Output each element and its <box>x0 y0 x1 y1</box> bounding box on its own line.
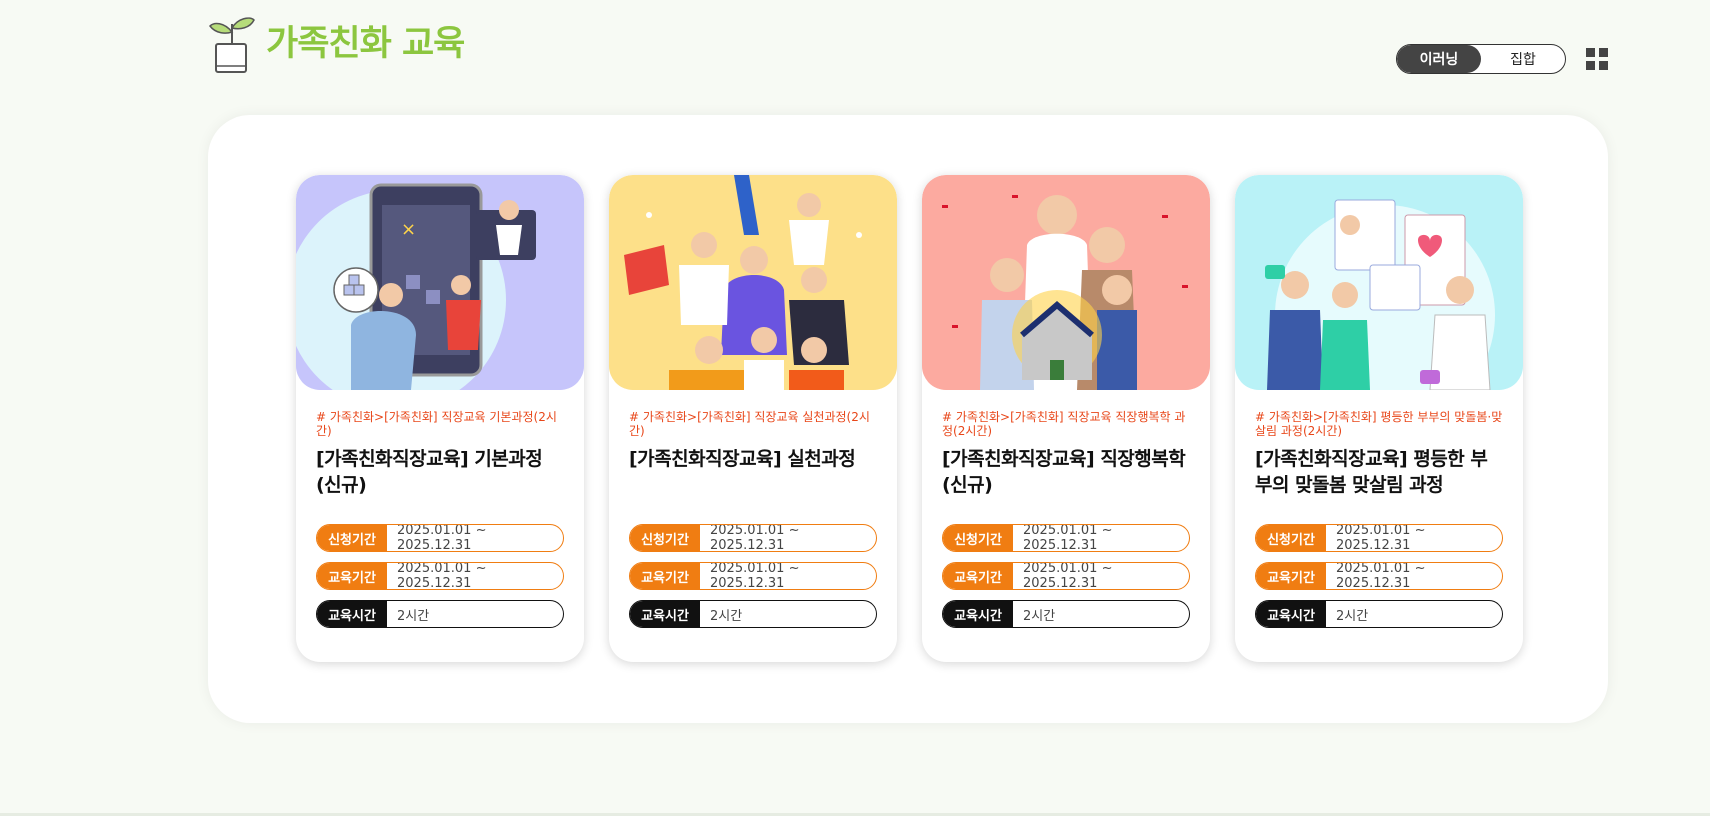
edu-hours-row: 교육시간 2시간 <box>629 600 877 628</box>
edu-hours-row: 교육시간 2시간 <box>1255 600 1503 628</box>
edu-hours-label: 교육시간 <box>943 601 1013 627</box>
course-list: × # 가족친화>[가족친화] 직장교육 기본과정(2시간) [가족친화직장교육… <box>296 175 1523 662</box>
edu-period-value: 2025.01.01 ~ 2025.12.31 <box>1023 562 1113 590</box>
edu-period-row: 교육기간 2025.01.01 ~ 2025.12.31 <box>942 562 1190 590</box>
apply-period-value: 2025.01.01 ~ 2025.12.31 <box>1336 524 1426 552</box>
edu-period-label: 교육기간 <box>1256 563 1326 589</box>
course-category-tag: # 가족친화>[가족친화] 평등한 부부의 맞돌봄·맞살림 과정(2시간) <box>1255 410 1503 438</box>
edu-period-label: 교육기간 <box>943 563 1013 589</box>
edu-hours-value: 2시간 <box>397 608 430 624</box>
edu-hours-label: 교육시간 <box>1256 601 1326 627</box>
course-thumbnail <box>609 175 897 390</box>
course-category-tag: # 가족친화>[가족친화] 직장교육 실천과정(2시간) <box>629 410 870 438</box>
course-title[interactable]: [가족친화직장교육] 직장행복학 (신규) <box>942 446 1190 506</box>
course-card[interactable]: # 가족친화>[가족친화] 직장교육 실천과정(2시간) [가족친화직장교육] … <box>609 175 897 662</box>
course-title[interactable]: [가족친화직장교육] 기본과정 (신규) <box>316 446 564 506</box>
apply-period-value: 2025.01.01 ~ 2025.12.31 <box>710 524 800 552</box>
edu-period-row: 교육기간 2025.01.01 ~ 2025.12.31 <box>629 562 877 590</box>
edu-hours-row: 교육시간 2시간 <box>316 600 564 628</box>
apply-period-value: 2025.01.01 ~ 2025.12.31 <box>397 524 487 552</box>
edu-period-label: 교육기간 <box>317 563 387 589</box>
edu-hours-value: 2시간 <box>710 608 743 624</box>
course-category-tag: # 가족친화>[가족친화] 직장교육 기본과정(2시간) <box>316 410 557 438</box>
edu-hours-label: 교육시간 <box>317 601 387 627</box>
apply-period-label: 신청기간 <box>943 525 1013 551</box>
edu-period-value: 2025.01.01 ~ 2025.12.31 <box>397 562 487 590</box>
edu-hours-row: 교육시간 2시간 <box>942 600 1190 628</box>
apply-period-row: 신청기간 2025.01.01 ~ 2025.12.31 <box>316 524 564 552</box>
mode-toggle[interactable]: 이러닝 집합 <box>1396 44 1566 74</box>
logo[interactable]: 가족친화 교육 <box>206 14 465 74</box>
svg-text:×: × <box>401 219 416 240</box>
course-thumbnail: × <box>296 175 584 390</box>
edu-period-value: 2025.01.01 ~ 2025.12.31 <box>710 562 800 590</box>
edu-period-label: 교육기간 <box>630 563 700 589</box>
grid-menu-icon[interactable] <box>1586 48 1608 70</box>
apply-period-row: 신청기간 2025.01.01 ~ 2025.12.31 <box>942 524 1190 552</box>
course-card[interactable]: # 가족친화>[가족친화] 직장교육 직장행복학 과정(2시간) [가족친화직장… <box>922 175 1210 662</box>
course-panel: × # 가족친화>[가족친화] 직장교육 기본과정(2시간) [가족친화직장교육… <box>208 115 1608 723</box>
course-thumbnail <box>922 175 1210 390</box>
course-thumbnail <box>1235 175 1523 390</box>
apply-period-row: 신청기간 2025.01.01 ~ 2025.12.31 <box>1255 524 1503 552</box>
plant-pot-icon <box>209 17 255 73</box>
toggle-elearning[interactable]: 이러닝 <box>1397 45 1481 73</box>
course-card[interactable]: × # 가족친화>[가족친화] 직장교육 기본과정(2시간) [가족친화직장교육… <box>296 175 584 662</box>
apply-period-label: 신청기간 <box>1256 525 1326 551</box>
edu-period-value: 2025.01.01 ~ 2025.12.31 <box>1336 562 1426 590</box>
course-title[interactable]: [가족친화직장교육] 실천과정 <box>629 446 877 506</box>
apply-period-label: 신청기간 <box>317 525 387 551</box>
header: 가족친화 교육 이러닝 집합 <box>0 0 1710 100</box>
course-title[interactable]: [가족친화직장교육] 평등한 부부의 맞돌봄 맞살림 과정 <box>1255 446 1503 506</box>
toggle-offline[interactable]: 집합 <box>1481 45 1565 73</box>
page-title: 가족친화 교육 <box>266 23 465 64</box>
course-category-tag: # 가족친화>[가족친화] 직장교육 직장행복학 과정(2시간) <box>942 410 1186 438</box>
course-card[interactable]: # 가족친화>[가족친화] 평등한 부부의 맞돌봄·맞살림 과정(2시간) [가… <box>1235 175 1523 662</box>
apply-period-label: 신청기간 <box>630 525 700 551</box>
apply-period-value: 2025.01.01 ~ 2025.12.31 <box>1023 524 1113 552</box>
edu-period-row: 교육기간 2025.01.01 ~ 2025.12.31 <box>316 562 564 590</box>
edu-hours-value: 2시간 <box>1023 608 1056 624</box>
apply-period-row: 신청기간 2025.01.01 ~ 2025.12.31 <box>629 524 877 552</box>
edu-period-row: 교육기간 2025.01.01 ~ 2025.12.31 <box>1255 562 1503 590</box>
edu-hours-label: 교육시간 <box>630 601 700 627</box>
edu-hours-value: 2시간 <box>1336 608 1369 624</box>
